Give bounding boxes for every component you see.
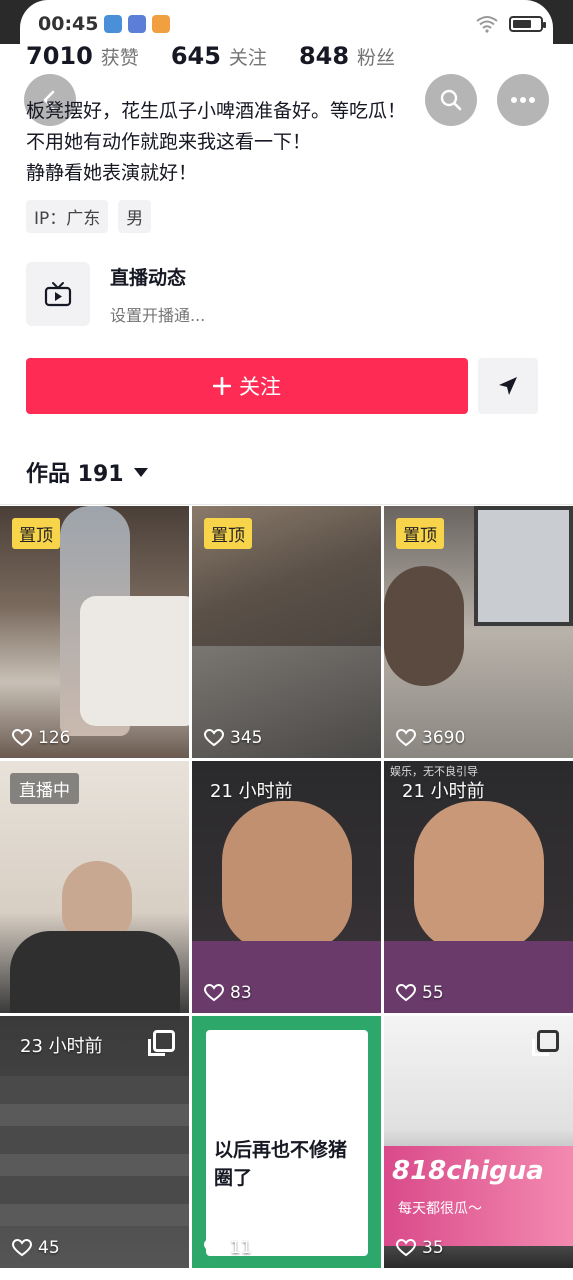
like-value: 55 xyxy=(422,983,444,1003)
like-count: 83 xyxy=(204,983,252,1003)
live-badge: 直播中 xyxy=(10,773,79,804)
follow-label: 关注 xyxy=(239,375,281,399)
stat-value: 7010 xyxy=(26,42,93,70)
like-count: 55 xyxy=(396,983,444,1003)
live-subtitle: 设置开播通... xyxy=(110,305,206,325)
caret-down-icon xyxy=(133,467,148,477)
heart-icon xyxy=(12,729,32,747)
stat-following[interactable]: 645 关注 xyxy=(171,42,267,70)
works-label: 作品 191 xyxy=(26,462,124,487)
multi-image-icon xyxy=(532,1030,559,1056)
bio-line: 静静看她表演就好！ xyxy=(26,162,198,184)
works-tab[interactable]: 作品 191 xyxy=(26,456,148,488)
video-tile[interactable]: 818chigua 每天都很瓜～ 35 xyxy=(384,1016,573,1268)
video-tile[interactable]: 置顶 345 xyxy=(192,506,381,758)
like-value: 345 xyxy=(230,728,263,748)
profile-tags: IP：广东 男 xyxy=(26,200,152,233)
video-tile[interactable]: 直播中 xyxy=(0,761,189,1013)
thumbnail-caption: 以后再也不修猪圈了 xyxy=(214,1139,348,1189)
app-notification-icon xyxy=(104,15,123,33)
stat-label: 获赞 xyxy=(100,47,139,69)
heart-icon xyxy=(204,984,224,1002)
like-count: 126 xyxy=(12,728,70,748)
like-value: 35 xyxy=(422,1238,444,1258)
system-icons xyxy=(475,15,553,33)
ad-slogan: 每天都很瓜～ xyxy=(398,1201,482,1217)
live-icon-box xyxy=(26,262,90,326)
like-count: 3690 xyxy=(396,728,465,748)
divider xyxy=(0,504,573,505)
like-count: 345 xyxy=(204,728,262,748)
like-value: 83 xyxy=(230,983,252,1003)
heart-icon xyxy=(396,729,416,747)
pinned-badge: 置顶 xyxy=(12,518,60,549)
post-time: 23 小时前 xyxy=(20,1036,103,1057)
thumbnail-mirror xyxy=(474,506,573,626)
more-button[interactable] xyxy=(497,74,549,126)
video-tile[interactable]: 以后再也不修猪圈了 11 xyxy=(192,1016,381,1268)
app-notification-icon xyxy=(128,15,147,33)
stat-value: 848 xyxy=(298,42,350,70)
heart-icon xyxy=(204,1239,224,1257)
pinned-badge: 置顶 xyxy=(396,518,444,549)
search-icon xyxy=(440,89,462,111)
stat-followers[interactable]: 848 粉丝 xyxy=(299,42,395,70)
gender-tag: 男 xyxy=(118,200,152,233)
thumbnail-person xyxy=(384,566,464,686)
app-notification-icon xyxy=(152,15,171,33)
video-tile[interactable]: 21 小时前 83 xyxy=(192,761,381,1013)
status-time: 00:45 xyxy=(38,13,99,35)
post-time: 21 小时前 xyxy=(210,781,293,802)
like-value: 3690 xyxy=(422,728,466,748)
pinned-badge: 置顶 xyxy=(204,518,252,549)
heart-icon xyxy=(12,1239,32,1257)
search-button[interactable] xyxy=(425,74,477,126)
ad-logo: 818chigua xyxy=(392,1156,544,1186)
video-tile[interactable]: 置顶 3690 xyxy=(384,506,573,758)
live-activity-entry[interactable]: 直播动态 设置开播通... xyxy=(26,262,205,326)
heart-icon xyxy=(204,729,224,747)
post-time: 21 小时前 xyxy=(402,781,485,802)
plus-icon xyxy=(213,377,231,395)
like-count: 45 xyxy=(12,1238,60,1258)
send-icon xyxy=(499,377,517,395)
heart-icon xyxy=(396,984,416,1002)
stat-likes[interactable]: 7010 获赞 xyxy=(26,42,139,70)
stat-label: 粉丝 xyxy=(357,47,396,69)
profile-stats: 7010 获赞 645 关注 848 粉丝 xyxy=(26,42,417,70)
profile-bio: 板凳摆好，花生瓜子小啤酒准备好。等吃瓜！ 不用她有动作就跑来我这看一下！ 静静看… xyxy=(26,96,406,189)
multi-image-icon xyxy=(148,1030,175,1056)
follow-button[interactable]: 关注 xyxy=(26,358,468,414)
video-tile[interactable]: 23 小时前 45 xyxy=(0,1016,189,1268)
thumbnail-face xyxy=(414,801,544,951)
thumbnail-face xyxy=(62,861,132,941)
battery-icon xyxy=(509,16,546,32)
like-count: 35 xyxy=(396,1238,444,1258)
thumbnail-text-overlay xyxy=(0,1076,189,1226)
bio-line: 板凳摆好，花生瓜子小啤酒准备好。等吃瓜！ xyxy=(26,100,407,122)
stat-label: 关注 xyxy=(228,47,267,69)
like-count: 11 xyxy=(204,1238,252,1258)
tv-icon xyxy=(44,282,72,307)
like-value: 126 xyxy=(38,728,71,748)
message-button[interactable] xyxy=(478,358,538,414)
wifi-icon xyxy=(476,16,498,33)
thumbnail-face xyxy=(222,801,352,951)
thumbnail-body xyxy=(10,931,180,1013)
status-bar: 00:45 xyxy=(0,0,573,48)
status-time-group: 00:45 xyxy=(20,13,171,35)
ip-tag: IP：广东 xyxy=(26,200,109,233)
bio-line: 不用她有动作就跑来我这看一下！ xyxy=(26,131,312,153)
more-icon xyxy=(511,97,535,103)
like-value: 45 xyxy=(38,1238,60,1258)
video-tile[interactable]: 娱乐，无不良引导 21 小时前 55 xyxy=(384,761,573,1013)
like-value: 11 xyxy=(230,1238,252,1258)
heart-icon xyxy=(396,1239,416,1257)
status-bar-inner: 00:45 xyxy=(20,0,553,48)
thumbnail-bed xyxy=(80,596,189,726)
stat-value: 645 xyxy=(170,42,221,70)
video-tile[interactable]: 置顶 126 xyxy=(0,506,189,758)
live-title: 直播动态 xyxy=(110,266,187,289)
